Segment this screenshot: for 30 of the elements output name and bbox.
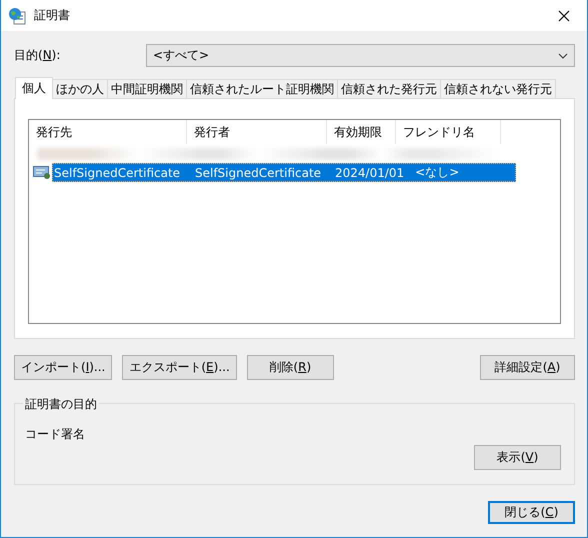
tab[interactable]: 信頼されない発行元 [440, 79, 556, 98]
purpose-label: 目的(N): [14, 47, 62, 64]
tab[interactable]: 個人 [15, 77, 53, 99]
column-header[interactable]: 発行者 [187, 120, 327, 144]
certificate-globe-icon [8, 6, 26, 24]
action-button[interactable]: インポート(I)... [14, 355, 112, 380]
action-button[interactable]: 削除(R) [246, 355, 334, 380]
chevron-down-icon [558, 52, 568, 58]
table-cell-text: <なし> [414, 164, 460, 181]
window-title: 証明書 [34, 7, 71, 24]
close-dialog-button[interactable]: 閉じる(C) [488, 501, 575, 524]
view-button[interactable]: 表示(V) [474, 445, 561, 470]
row-highlight[interactable]: SelfSignedCertificate SelfSignedCertificate 2024/01/01 <なし> [52, 163, 516, 182]
table-cell-text: SelfSignedCertificate [194, 166, 322, 180]
purpose-text: コード署名 [25, 426, 86, 443]
tab[interactable]: 信頼されたルート証明機関 [186, 79, 338, 98]
action-button[interactable]: エクスポート(E)... [122, 355, 237, 380]
purpose-dropdown[interactable]: <すべて> [146, 44, 575, 67]
column-header[interactable]: 有効期限 [327, 120, 396, 144]
table-cell-text: SelfSignedCertificate [53, 166, 182, 180]
table-cell-text: 2024/01/01 [334, 166, 406, 180]
tab[interactable]: 信頼された発行元 [337, 79, 441, 98]
advanced-button[interactable]: 詳細設定(A) [480, 355, 575, 380]
group-legend: 証明書の目的 [23, 396, 99, 413]
column-header[interactable]: 発行先 [29, 120, 187, 144]
tab[interactable]: ほかの人 [52, 79, 108, 98]
tab[interactable]: 中間証明機関 [107, 79, 187, 98]
certificate-icon [33, 166, 51, 180]
close-icon [558, 10, 570, 22]
column-header[interactable]: フレンドリ名 [396, 120, 501, 144]
